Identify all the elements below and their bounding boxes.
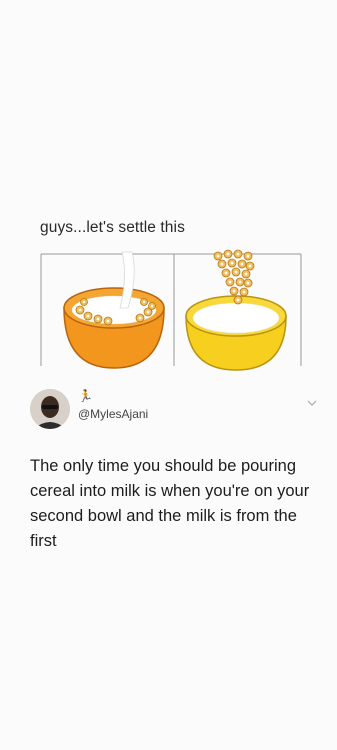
chevron-down-icon[interactable] bbox=[306, 397, 318, 409]
author-row: 🏃 @MylesAjani bbox=[30, 389, 330, 431]
runner-emoji-icon: 🏃 bbox=[78, 389, 93, 403]
post-caption: guys...let's settle this bbox=[40, 219, 185, 236]
avatar[interactable] bbox=[30, 389, 70, 429]
cereal-illustration bbox=[40, 249, 302, 371]
right-bowl bbox=[185, 249, 287, 371]
left-bowl bbox=[63, 251, 165, 369]
tweet-text: The only time you should be pouring cere… bbox=[30, 457, 310, 550]
author-handle[interactable]: @MylesAjani bbox=[78, 407, 148, 421]
